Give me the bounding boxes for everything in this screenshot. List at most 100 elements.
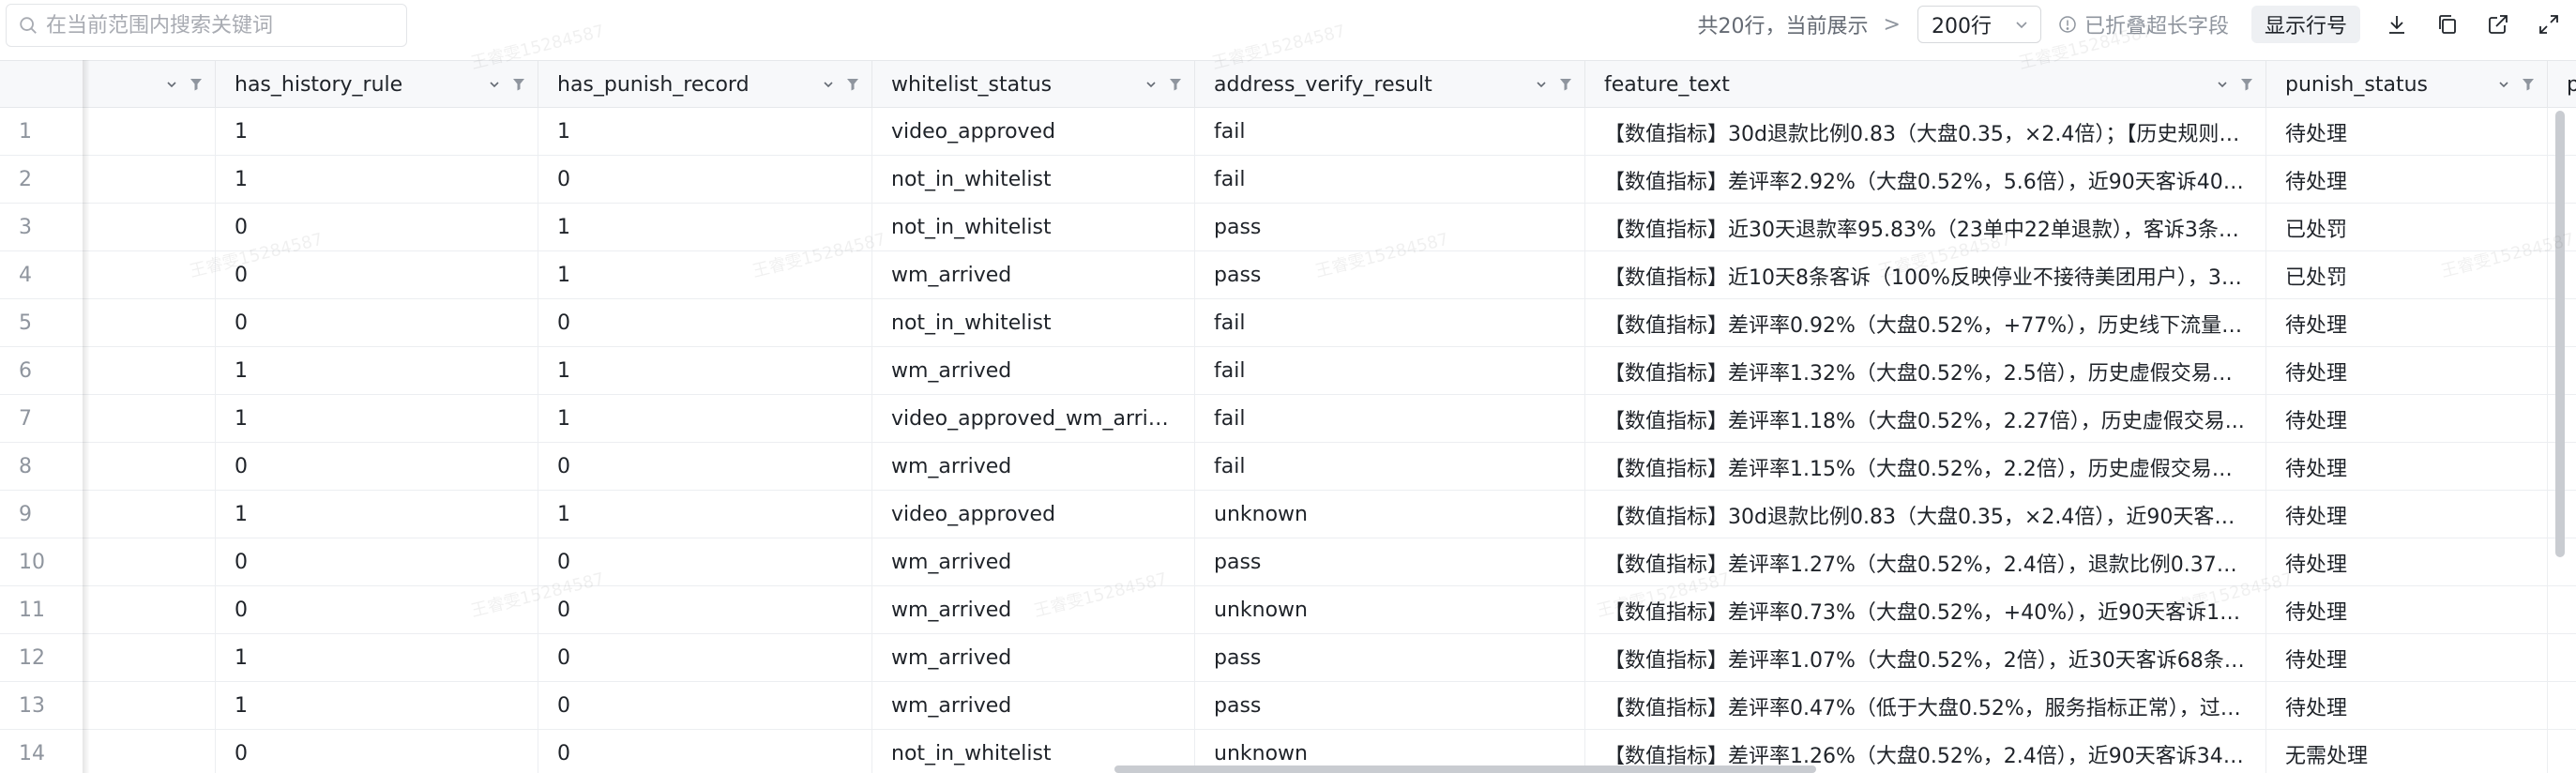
cell-has-history-rule[interactable]: 1 bbox=[216, 108, 538, 156]
external-link-icon[interactable] bbox=[2486, 12, 2510, 37]
cell-address-verify-result[interactable]: pass bbox=[1195, 538, 1585, 586]
column-header-has-punish-record[interactable]: has_punish_record bbox=[538, 61, 872, 108]
cell-has-punish-record[interactable]: 1 bbox=[538, 491, 872, 538]
cell-has-history-rule[interactable]: 0 bbox=[216, 538, 538, 586]
cell-index-column[interactable]: 9 bbox=[0, 491, 216, 538]
table-row[interactable]: 6 1 1 wm_arrived fail 【数值指标】差评率1.32%（大盘0.52%，… bbox=[0, 347, 2576, 395]
column-header-feature-text[interactable]: feature_text bbox=[1585, 61, 2266, 108]
cell-has-punish-record[interactable]: 0 bbox=[538, 156, 872, 204]
cell-whitelist-status[interactable]: video_approved bbox=[872, 491, 1195, 538]
table-row[interactable]: 9 1 1 video_approved unknown 【数值指标】30d退款比例0.8… bbox=[0, 491, 2576, 538]
cell-index-column[interactable]: 6 bbox=[0, 347, 216, 395]
cell-address-verify-result[interactable]: fail bbox=[1195, 108, 1585, 156]
cell-feature-text[interactable]: 【数值指标】差评率1.18%（大盘0.52%，2.27倍），历史虚假交易... bbox=[1585, 395, 2266, 443]
cell-punish-status[interactable]: 待处理 bbox=[2266, 682, 2548, 730]
filter-icon[interactable] bbox=[845, 77, 860, 92]
cell-has-history-rule[interactable]: 1 bbox=[216, 682, 538, 730]
cell-feature-text[interactable]: 【数值指标】差评率1.07%（大盘0.52%，2倍），近30天客诉68条（... bbox=[1585, 634, 2266, 682]
cell-address-verify-result[interactable]: unknown bbox=[1195, 586, 1585, 634]
cell-whitelist-status[interactable]: wm_arrived bbox=[872, 251, 1195, 299]
cell-has-history-rule[interactable]: 1 bbox=[216, 347, 538, 395]
horizontal-scrollbar[interactable] bbox=[1114, 765, 1816, 773]
cell-has-history-rule[interactable]: 0 bbox=[216, 299, 538, 347]
table-row[interactable]: 4 0 1 wm_arrived pass 【数值指标】近10天8条客诉（100%反映停业… bbox=[0, 251, 2576, 299]
cell-has-punish-record[interactable]: 0 bbox=[538, 538, 872, 586]
table-row[interactable]: 2 1 0 not_in_whitelist fail 【数值指标】差评率2.92%（大盘… bbox=[0, 156, 2576, 204]
column-header-address-verify-result[interactable]: address_verify_result bbox=[1195, 61, 1585, 108]
cell-punish-status[interactable]: 无需处理 bbox=[2266, 730, 2548, 773]
expand-icon[interactable] bbox=[2537, 12, 2561, 37]
cell-address-verify-result[interactable]: fail bbox=[1195, 443, 1585, 491]
table-row[interactable]: 11 0 0 wm_arrived unknown 【数值指标】差评率0.73%（大盘0.… bbox=[0, 586, 2576, 634]
show-row-number-button[interactable]: 显示行号 bbox=[2250, 6, 2360, 43]
cell-whitelist-status[interactable]: wm_arrived bbox=[872, 634, 1195, 682]
cell-has-punish-record[interactable]: 0 bbox=[538, 730, 872, 773]
cell-has-history-rule[interactable]: 1 bbox=[216, 156, 538, 204]
cell-feature-text[interactable]: 【数值指标】差评率0.73%（大盘0.52%，+40%），近90天客诉14... bbox=[1585, 586, 2266, 634]
filter-icon[interactable] bbox=[189, 77, 204, 92]
cell-punish-status[interactable]: 已处罚 bbox=[2266, 251, 2548, 299]
sort-caret-icon[interactable] bbox=[821, 77, 836, 92]
filter-icon[interactable] bbox=[1168, 77, 1183, 92]
cell-whitelist-status[interactable]: not_in_whitelist bbox=[872, 204, 1195, 251]
cell-has-history-rule[interactable]: 0 bbox=[216, 730, 538, 773]
cell-index-column[interactable]: 11 bbox=[0, 586, 216, 634]
cell-address-verify-result[interactable]: pass bbox=[1195, 634, 1585, 682]
filter-icon[interactable] bbox=[1558, 77, 1573, 92]
cell-has-punish-record[interactable]: 1 bbox=[538, 251, 872, 299]
cell-punish-status[interactable]: 待处理 bbox=[2266, 538, 2548, 586]
cell-index-column[interactable]: 12 bbox=[0, 634, 216, 682]
cell-has-history-rule[interactable]: 0 bbox=[216, 204, 538, 251]
cell-has-history-rule[interactable]: 1 bbox=[216, 395, 538, 443]
filter-icon[interactable] bbox=[2521, 77, 2536, 92]
table-row[interactable]: 5 0 0 not_in_whitelist fail 【数值指标】差评率0.92%（大盘… bbox=[0, 299, 2576, 347]
table-row[interactable]: 3 0 1 not_in_whitelist pass 【数值指标】近30天退款率95.8… bbox=[0, 204, 2576, 251]
cell-p-column[interactable] bbox=[2548, 586, 2576, 634]
cell-index-column[interactable]: 14 bbox=[0, 730, 216, 773]
column-header-punish-status[interactable]: punish_status bbox=[2266, 61, 2548, 108]
cell-has-history-rule[interactable]: 0 bbox=[216, 443, 538, 491]
table-row[interactable]: 7 1 1 video_approved_wm_arrived fail 【数值指标】差评… bbox=[0, 395, 2576, 443]
cell-feature-text[interactable]: 【数值指标】差评率1.15%（大盘0.52%，2.2倍），历史虚假交易处... bbox=[1585, 443, 2266, 491]
cell-whitelist-status[interactable]: wm_arrived bbox=[872, 682, 1195, 730]
cell-has-punish-record[interactable]: 1 bbox=[538, 204, 872, 251]
cell-index-column[interactable]: 5 bbox=[0, 299, 216, 347]
cell-whitelist-status[interactable]: not_in_whitelist bbox=[872, 156, 1195, 204]
cell-has-history-rule[interactable]: 1 bbox=[216, 634, 538, 682]
sort-caret-icon[interactable] bbox=[2215, 77, 2230, 92]
column-header-has-history-rule[interactable]: has_history_rule bbox=[216, 61, 538, 108]
cell-address-verify-result[interactable]: fail bbox=[1195, 156, 1585, 204]
cell-address-verify-result[interactable]: unknown bbox=[1195, 491, 1585, 538]
sort-caret-icon[interactable] bbox=[1534, 77, 1549, 92]
column-header-p-column[interactable]: p bbox=[2548, 61, 2576, 108]
sort-caret-icon[interactable] bbox=[487, 77, 502, 92]
cell-punish-status[interactable]: 待处理 bbox=[2266, 443, 2548, 491]
search-input[interactable] bbox=[46, 13, 393, 38]
download-icon[interactable] bbox=[2385, 12, 2409, 37]
cell-has-history-rule[interactable]: 1 bbox=[216, 491, 538, 538]
cell-p-column[interactable] bbox=[2548, 730, 2576, 773]
cell-whitelist-status[interactable]: video_approved_wm_arrived bbox=[872, 395, 1195, 443]
cell-address-verify-result[interactable]: pass bbox=[1195, 204, 1585, 251]
cell-index-column[interactable]: 7 bbox=[0, 395, 216, 443]
cell-punish-status[interactable]: 待处理 bbox=[2266, 634, 2548, 682]
filter-icon[interactable] bbox=[511, 77, 526, 92]
cell-has-punish-record[interactable]: 0 bbox=[538, 586, 872, 634]
cell-feature-text[interactable]: 【数值指标】差评率0.47%（低于大盘0.52%，服务指标正常），过去... bbox=[1585, 682, 2266, 730]
sort-caret-icon[interactable] bbox=[2496, 77, 2511, 92]
cell-has-punish-record[interactable]: 1 bbox=[538, 108, 872, 156]
cell-index-column[interactable]: 8 bbox=[0, 443, 216, 491]
cell-feature-text[interactable]: 【数值指标】差评率2.92%（大盘0.52%，5.6倍），近90天客诉40条..… bbox=[1585, 156, 2266, 204]
cell-has-punish-record[interactable]: 0 bbox=[538, 443, 872, 491]
column-header-index-column[interactable] bbox=[0, 61, 216, 108]
vertical-scrollbar[interactable] bbox=[2555, 111, 2565, 557]
cell-p-column[interactable] bbox=[2548, 634, 2576, 682]
cell-punish-status[interactable]: 待处理 bbox=[2266, 491, 2548, 538]
cell-address-verify-result[interactable]: fail bbox=[1195, 299, 1585, 347]
cell-punish-status[interactable]: 待处理 bbox=[2266, 347, 2548, 395]
cell-whitelist-status[interactable]: video_approved bbox=[872, 108, 1195, 156]
cell-has-punish-record[interactable]: 0 bbox=[538, 682, 872, 730]
cell-index-column[interactable]: 10 bbox=[0, 538, 216, 586]
table-row[interactable]: 10 0 0 wm_arrived pass 【数值指标】差评率1.27%（大盘0.52%… bbox=[0, 538, 2576, 586]
cell-has-history-rule[interactable]: 0 bbox=[216, 251, 538, 299]
